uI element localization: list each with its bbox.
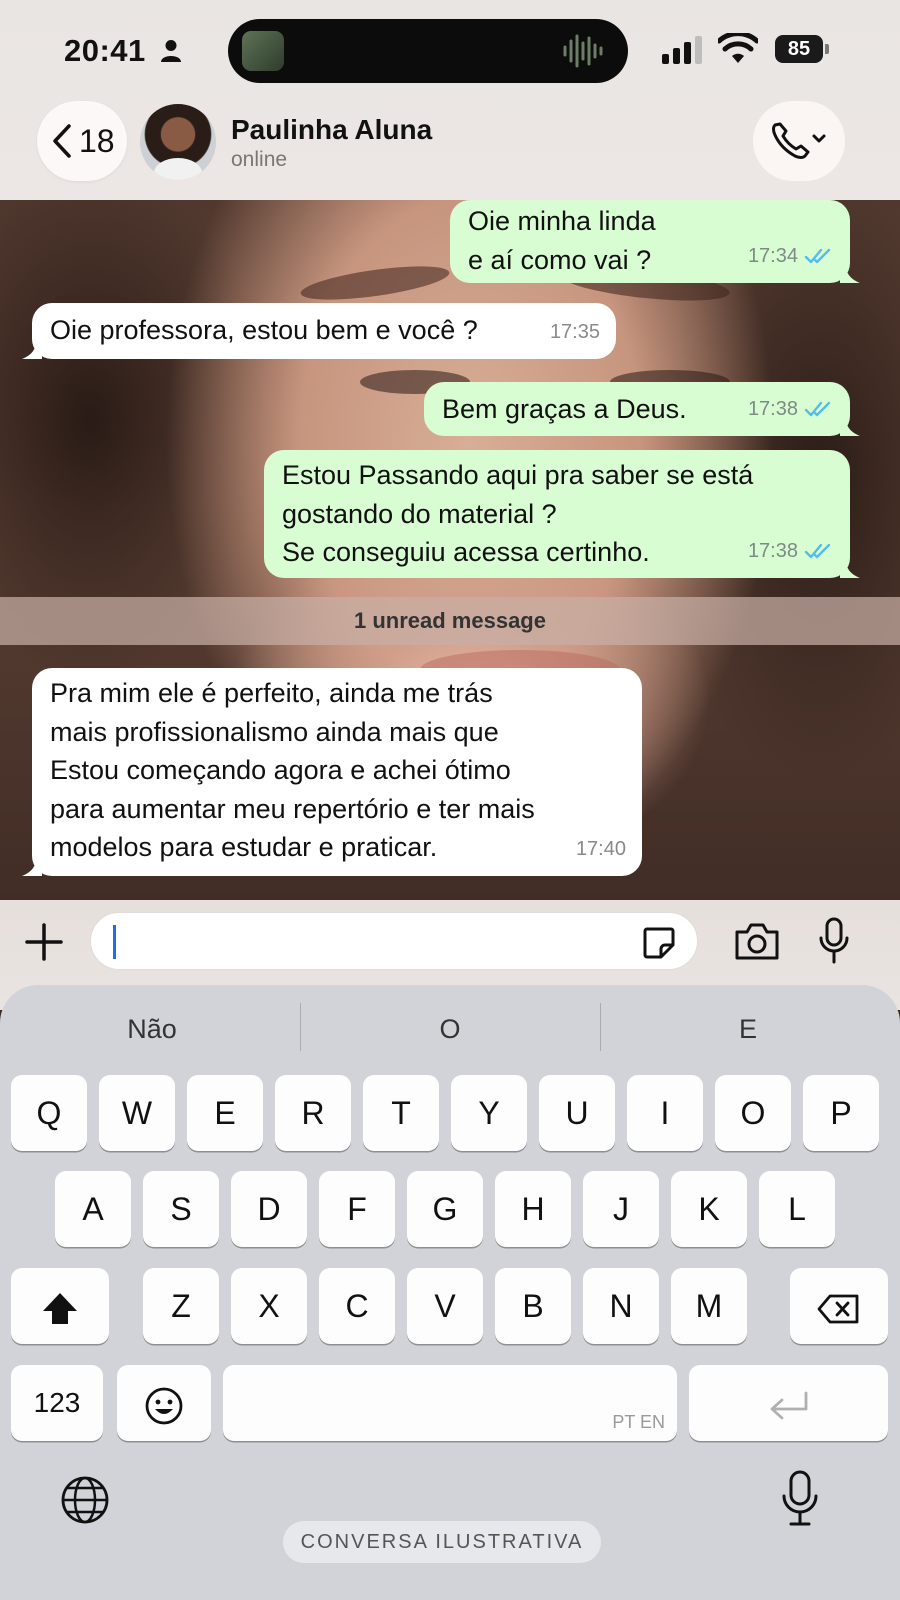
message-bubble-incoming[interactable]: Oie professora, estou bem e você ? 17:35 [22, 303, 616, 359]
message-time: 17:38 [747, 397, 798, 420]
language-hint: PT EN [612, 1412, 665, 1432]
message-meta: 17:38 [748, 532, 834, 571]
message-text: Oie professora, estou bem e você ? [50, 315, 478, 345]
key-i[interactable]: I [627, 1075, 703, 1151]
key-f[interactable]: F [319, 1171, 395, 1247]
key-m[interactable]: M [671, 1268, 747, 1344]
key-o[interactable]: O [715, 1075, 791, 1151]
back-button[interactable]: 18 [37, 101, 127, 181]
mic-icon[interactable] [818, 916, 850, 966]
key-c[interactable]: C [319, 1268, 395, 1344]
status-time: 20:41 [64, 33, 146, 68]
key-l[interactable]: L [759, 1171, 835, 1247]
sticker-icon[interactable] [641, 925, 677, 961]
battery-icon: 85 [775, 35, 823, 63]
message-bubble-outgoing[interactable]: Oie minha linda e aí como vai ? 17:34 [450, 200, 860, 283]
chat-header-area: 20:41 85 18 Paulinha Aluna online [0, 0, 900, 200]
return-icon [770, 1391, 807, 1419]
read-ticks-icon [804, 543, 831, 558]
text-caret [113, 925, 116, 959]
signal-icon [662, 36, 702, 64]
emoji-key[interactable] [117, 1365, 211, 1441]
space-key[interactable]: PT EN [223, 1365, 677, 1441]
numbers-key[interactable]: 123 [11, 1365, 103, 1441]
message-meta: 17:40 [576, 830, 626, 869]
unread-banner: 1 unread message [0, 597, 900, 645]
key-b[interactable]: B [495, 1268, 571, 1344]
key-g[interactable]: G [407, 1171, 483, 1247]
globe-icon[interactable] [60, 1475, 110, 1525]
chevron-down-icon [812, 134, 826, 143]
return-key[interactable] [689, 1365, 888, 1441]
contact-status: online [231, 148, 288, 171]
person-icon [161, 40, 181, 62]
backspace-key[interactable] [790, 1268, 888, 1344]
message-meta: 17:38 [748, 390, 834, 429]
key-y[interactable]: Y [451, 1075, 527, 1151]
message-time: 17:34 [747, 244, 798, 267]
read-ticks-icon [804, 248, 831, 263]
media-thumbnail [242, 31, 284, 71]
message-bubble-outgoing[interactable]: Bem graças a Deus. 17:38 [424, 382, 860, 436]
unread-chats-count: 18 [79, 123, 115, 159]
plus-icon[interactable] [24, 922, 64, 962]
keyboard: Não O E Q W E R T Y U I O P A S D F G H … [0, 985, 900, 1600]
key-s[interactable]: S [143, 1171, 219, 1247]
message-bubble-outgoing[interactable]: Estou Passando aqui pra saber se está go… [264, 450, 860, 578]
key-n[interactable]: N [583, 1268, 659, 1344]
message-meta: 17:35 [550, 313, 600, 352]
camera-icon[interactable] [733, 920, 781, 962]
key-t[interactable]: T [363, 1075, 439, 1151]
chevron-left-icon [53, 124, 71, 158]
contact-name[interactable]: Paulinha Aluna [231, 114, 432, 146]
shift-key[interactable] [11, 1268, 109, 1344]
key-h[interactable]: H [495, 1171, 571, 1247]
contact-avatar[interactable] [140, 104, 216, 180]
battery-tip [825, 44, 829, 54]
message-meta: 17:34 [748, 237, 834, 276]
read-ticks-icon [804, 401, 831, 416]
key-j[interactable]: J [583, 1171, 659, 1247]
key-a[interactable]: A [55, 1171, 131, 1247]
message-time: 17:40 [575, 837, 626, 860]
suggestion-1[interactable]: Não [22, 1007, 282, 1051]
key-v[interactable]: V [407, 1268, 483, 1344]
status-bar: 20:41 85 [0, 0, 900, 100]
key-r[interactable]: R [275, 1075, 351, 1151]
key-d[interactable]: D [231, 1171, 307, 1247]
key-k[interactable]: K [671, 1171, 747, 1247]
suggestion-3[interactable]: E [618, 1007, 878, 1051]
message-time: 17:35 [549, 320, 600, 343]
call-button[interactable] [753, 101, 845, 181]
message-text: Pra mim ele é perfeito, ainda me trás ma… [50, 678, 535, 862]
audio-wave-icon [563, 34, 603, 68]
dynamic-island[interactable] [228, 19, 628, 83]
key-x[interactable]: X [231, 1268, 307, 1344]
emoji-icon [145, 1387, 183, 1424]
suggestion-2[interactable]: O [320, 1007, 580, 1051]
backspace-icon [817, 1294, 859, 1323]
shift-icon [43, 1292, 77, 1324]
key-z[interactable]: Z [143, 1268, 219, 1344]
wifi-icon [718, 33, 758, 63]
key-e[interactable]: E [187, 1075, 263, 1151]
key-q[interactable]: Q [11, 1075, 87, 1151]
key-p[interactable]: P [803, 1075, 879, 1151]
key-w[interactable]: W [99, 1075, 175, 1151]
message-time: 17:38 [747, 539, 798, 562]
phone-icon [772, 122, 826, 159]
watermark-label: CONVERSA ILUSTRATIVA [283, 1521, 601, 1563]
message-bubble-incoming[interactable]: Pra mim ele é perfeito, ainda me trás ma… [22, 668, 642, 876]
dictation-mic-icon[interactable] [780, 1469, 820, 1529]
key-u[interactable]: U [539, 1075, 615, 1151]
message-input[interactable] [90, 912, 698, 970]
